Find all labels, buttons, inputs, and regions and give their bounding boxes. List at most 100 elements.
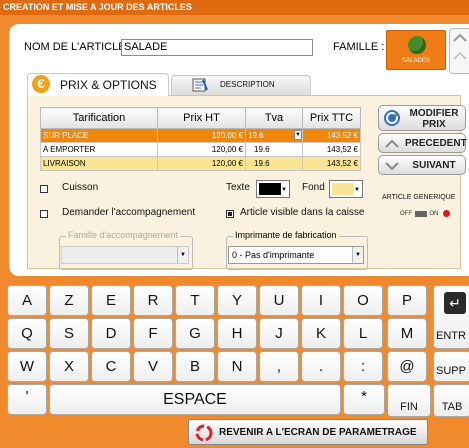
column-header: Prix HT [157, 107, 246, 129]
keyboard-key[interactable]: , [259, 351, 299, 382]
keyboard-space-key[interactable]: ESPACE [49, 384, 341, 415]
column-header: Tarification [40, 107, 158, 129]
tab-prix-options[interactable]: € PRIX & OPTIONS [27, 73, 169, 96]
keyboard-key[interactable]: X [49, 351, 89, 382]
famille-accompagnement-select[interactable]: ▼ [61, 246, 189, 264]
previous-button[interactable]: PRECEDENT [378, 133, 467, 153]
keyboard-key[interactable]: S [49, 318, 89, 349]
keyboard-key[interactable]: @ [387, 351, 427, 382]
cell-tva[interactable]: 19.6 ▼ [245, 128, 303, 143]
article-name-label: NOM DE L'ARTICLE : [24, 41, 132, 53]
chevron-up-icon [453, 33, 467, 60]
back-button-label: REVENIR A L'ECRAN DE PARAMETRAGE [219, 427, 417, 438]
cell-tarification: LIVRAISON [40, 156, 158, 171]
recycle-icon [195, 424, 213, 442]
keyboard-fin-key[interactable]: FIN [387, 384, 431, 417]
refresh-icon [384, 110, 400, 126]
pricing-table: Tarification Prix HT Tva Prix TTC SUR PL… [40, 107, 361, 171]
modify-price-line2: PRIX [422, 119, 446, 130]
keyboard-key[interactable]: D [91, 318, 131, 349]
keyboard-key[interactable]: E [91, 285, 131, 316]
cell-tva: 19.6 [245, 142, 303, 157]
keyboard-key[interactable]: U [259, 285, 299, 316]
keyboard-tab-key[interactable]: TAB [433, 384, 469, 417]
cell-tarification: SUR PLACE [40, 128, 158, 143]
keyboard-key[interactable]: : [343, 351, 383, 382]
imprimante-value: 0 - Pas d'imprimante [232, 250, 315, 260]
keyboard-key[interactable]: Y [217, 285, 257, 316]
chevron-up-icon [384, 136, 400, 152]
fond-label: Fond [302, 182, 325, 193]
famille-accompagnement-legend: Famille d'accompagnement [66, 230, 180, 240]
table-row[interactable]: SUR PLACE 120,00 € 19.6 ▼ 143,52 € [40, 128, 361, 143]
keyboard-key[interactable]: W [7, 351, 47, 382]
article-name-input[interactable]: SALADE [121, 39, 313, 56]
keyboard-key[interactable]: J [259, 318, 299, 349]
keyboard-key[interactable]: . [301, 351, 341, 382]
column-header: Tva [245, 107, 303, 129]
keyboard-key[interactable]: Z [49, 285, 89, 316]
toggle-off-label: OFF [400, 211, 412, 218]
texte-color-picker[interactable]: ▼ [256, 180, 290, 198]
keyboard-key[interactable]: Q [7, 318, 47, 349]
keyboard-key-apostrophe[interactable]: ' [7, 384, 47, 415]
keyboard-key[interactable]: P [387, 285, 427, 316]
enter-label: ENTR [436, 330, 466, 342]
cuisson-checkbox[interactable] [40, 185, 48, 193]
keyboard-supp-key[interactable]: SUPP [433, 351, 469, 382]
visible-checkbox[interactable] [226, 210, 234, 218]
column-header: Prix TTC [302, 107, 361, 129]
generic-article-toggle[interactable]: OFF ON [400, 210, 451, 218]
table-row[interactable]: LIVRAISON 120,00 € 19.6 143,52 € [40, 156, 361, 171]
keyboard-key[interactable]: R [133, 285, 173, 316]
chevron-down-icon: ▼ [354, 187, 360, 193]
keyboard-key[interactable]: B [175, 351, 215, 382]
back-to-settings-button[interactable]: REVENIR A L'ECRAN DE PARAMETRAGE [188, 419, 428, 445]
imprimante-legend: Imprimante de fabrication [233, 230, 339, 240]
description-icon [192, 78, 208, 92]
keyboard-key[interactable]: F [133, 318, 173, 349]
imprimante-select[interactable]: 0 - Pas d'imprimante ▼ [228, 246, 364, 264]
tab-description-label: DESCRIPTION [220, 80, 275, 89]
enter-icon: ↵ [444, 292, 466, 314]
keyboard-key[interactable]: V [133, 351, 173, 382]
keyboard-enter-key[interactable]: ↵ ENTR [433, 285, 469, 349]
chevron-down-icon: ▼ [177, 247, 188, 263]
keyboard-key[interactable]: A [7, 285, 47, 316]
chevron-down-icon: ▼ [281, 187, 287, 193]
keyboard-key[interactable]: M [387, 318, 427, 349]
generic-article-label: ARTICLE GENERIQUE [382, 194, 456, 201]
texte-label: Texte [226, 182, 250, 193]
keyboard-key[interactable]: T [175, 285, 215, 316]
modify-price-button[interactable]: MODIFIER PRIX [378, 105, 466, 131]
accompagnement-label: Demander l'accompagnement [62, 207, 196, 218]
cell-prix-ht: 120,00 € [157, 156, 246, 171]
status-indicator-icon [443, 210, 451, 217]
salad-icon [408, 36, 426, 54]
chevron-down-icon[interactable]: ▼ [294, 130, 302, 140]
keyboard-key[interactable]: K [301, 318, 341, 349]
family-tile-salades[interactable]: SALADES [386, 30, 446, 70]
cell-prix-ht: 120,00 € [157, 128, 246, 143]
next-button[interactable]: SUIVANT [378, 155, 466, 175]
accompagnement-checkbox[interactable] [40, 210, 48, 218]
chevron-down-icon [384, 158, 400, 174]
keyboard-key-star[interactable]: * [343, 384, 385, 415]
tab-description[interactable]: DESCRIPTION [171, 75, 311, 95]
family-scroll-button[interactable] [449, 28, 469, 74]
euro-icon: € [32, 75, 50, 93]
keyboard-key[interactable]: C [91, 351, 131, 382]
keyboard-key[interactable]: H [217, 318, 257, 349]
modify-price-line1: MODIFIER [409, 108, 459, 119]
fond-color-picker[interactable]: ▼ [329, 180, 363, 198]
visible-label: Article visible dans la caisse [240, 207, 365, 218]
keyboard-key[interactable]: N [217, 351, 257, 382]
cell-prix-ht: 120,00 € [157, 142, 246, 157]
keyboard-key[interactable]: O [343, 285, 383, 316]
keyboard-key[interactable]: G [175, 318, 215, 349]
cuisson-label: Cuisson [62, 182, 99, 193]
texte-color-swatch [259, 183, 281, 195]
keyboard-key[interactable]: L [343, 318, 383, 349]
table-row[interactable]: A EMPORTER 120,00 € 19.6 143,52 € [40, 142, 361, 157]
keyboard-key[interactable]: I [301, 285, 341, 316]
